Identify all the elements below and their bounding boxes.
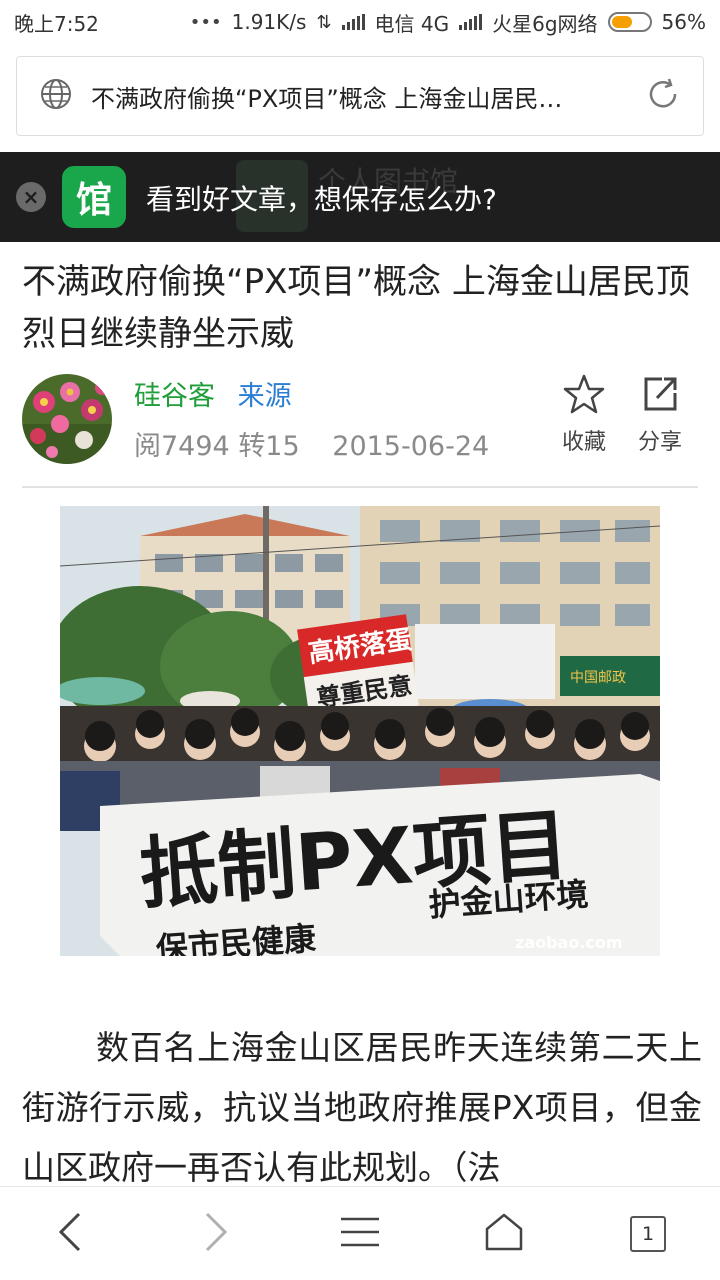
shop-sign-text: 中国邮政 — [570, 670, 626, 686]
publish-date: 2015-06-24 — [332, 431, 490, 462]
app-logo-glyph: 馆 — [75, 180, 112, 221]
signal-icon — [341, 14, 365, 30]
article-body: 数百名上海金山区居民昨天连续第二天上街游行示威，抗议当地政府推展PX项目，但金山… — [22, 1028, 702, 1187]
battery-percent: 56% — [661, 10, 706, 34]
article-title: 不满政府偷换“PX项目”概念 上海金山居民顶烈日继续静坐示威 — [22, 262, 690, 354]
home-icon — [484, 1212, 524, 1256]
carrier-2: 火星6g网络 — [492, 11, 598, 36]
tab-count-badge: 1 — [630, 1216, 666, 1252]
favorite-label: 收藏 — [561, 430, 606, 455]
globe-icon — [39, 77, 73, 115]
share-button[interactable]: 分享 — [630, 374, 690, 456]
back-button[interactable] — [20, 1187, 120, 1280]
forward-button[interactable] — [166, 1187, 266, 1280]
share-icon — [630, 374, 690, 414]
avatar[interactable] — [22, 374, 112, 464]
close-icon[interactable]: × — [16, 182, 46, 212]
article-stats: 阅7494 转15 2015-06-24 — [134, 424, 489, 463]
net-speed: 1.91K/s — [231, 10, 307, 34]
read-count: 阅7494 — [134, 431, 230, 462]
status-bar: 晚上7:52 ••• 1.91K/s ⇅ 电信 4G 火星6g网络 56% — [0, 0, 720, 44]
chevron-right-icon — [201, 1210, 231, 1258]
chevron-left-icon — [55, 1210, 85, 1258]
favorite-button[interactable]: 收藏 — [554, 374, 614, 456]
more-dots-icon: ••• — [189, 11, 222, 33]
data-arrows-icon: ⇅ — [316, 11, 332, 33]
status-indicators: ••• 1.91K/s ⇅ 电信 4G 火星6g网络 56% — [190, 8, 706, 37]
source-link[interactable]: 来源 — [238, 381, 292, 412]
menu-button[interactable] — [310, 1187, 410, 1280]
signal-icon — [459, 14, 483, 30]
app-logo-icon: 馆 — [62, 166, 126, 228]
author-line: 硅谷客 来源 — [134, 374, 292, 413]
article-photo[interactable]: 中国邮政 高桥落蛋 尊重民意 抵制PX项目 保市民健康 护金山环境 zaobao… — [60, 506, 660, 956]
carrier-1: 电信 4G — [374, 11, 450, 36]
save-article-promo-banner[interactable]: 个人图书馆 × 馆 看到好文章，想保存怎么办? — [0, 152, 720, 242]
article-meta: 硅谷客 来源 阅7494 转15 2015-06-24 收藏 分享 — [22, 372, 698, 468]
author-name[interactable]: 硅谷客 — [134, 381, 215, 412]
bottom-navigation: 1 — [0, 1186, 720, 1280]
page-title-in-address-bar[interactable]: 不满政府偷换“PX项目”概念 上海金山居民… — [91, 79, 627, 114]
address-bar[interactable]: 不满政府偷换“PX项目”概念 上海金山居民… — [16, 56, 704, 136]
share-label: 分享 — [637, 430, 682, 455]
tabs-button[interactable]: 1 — [598, 1187, 698, 1280]
repost-count: 转15 — [238, 431, 300, 462]
refresh-icon[interactable] — [645, 76, 681, 116]
divider — [22, 486, 698, 488]
photo-watermark: zaobao.com — [515, 933, 623, 952]
star-icon — [554, 374, 614, 414]
menu-icon — [339, 1215, 381, 1253]
home-button[interactable] — [454, 1187, 554, 1280]
banner-text: 看到好文章，想保存怎么办? — [146, 183, 497, 216]
status-time: 晚上7:52 — [14, 11, 99, 36]
battery-icon — [607, 12, 652, 32]
